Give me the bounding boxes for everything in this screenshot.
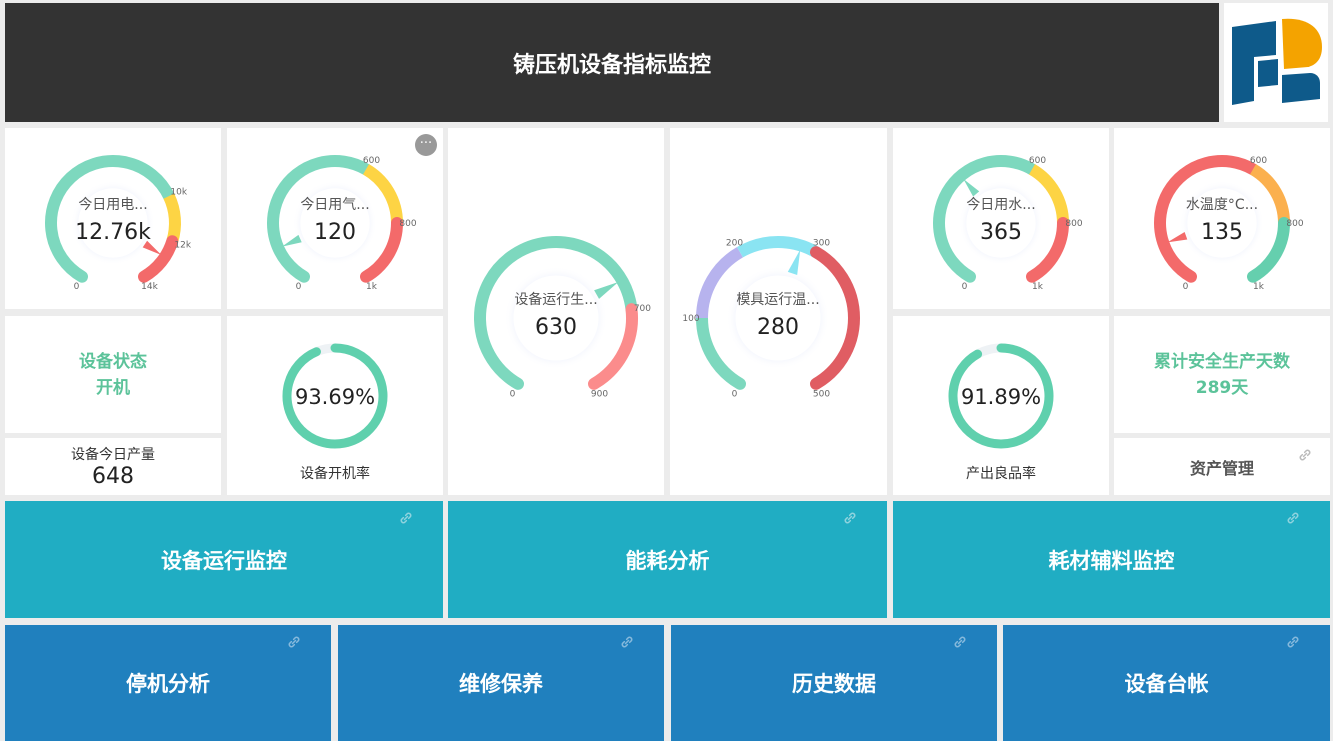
nav-maintenance-label: 维修保养 — [459, 672, 543, 696]
gauge-label: 水温度°C... — [1186, 197, 1258, 213]
status-label: 设备状态 — [79, 351, 147, 372]
gauge-band — [737, 236, 819, 258]
gauge-card-production: 0 700 900 设备运行生... 630 — [448, 128, 664, 495]
gauge-value: 630 — [535, 315, 577, 340]
gauge-card-water: 0 600 800 1k 今日用水... 365 — [893, 128, 1109, 309]
output-card: 设备今日产量 648 — [5, 438, 221, 495]
gauge-tick-label: 0 — [962, 282, 968, 292]
gauge-tick-label: 800 — [399, 219, 416, 229]
nav-energy-analysis-button[interactable]: 能耗分析 — [448, 501, 887, 618]
uptime-ring: 93.69% 设备开机率 — [282, 343, 388, 482]
gauge-value: 12.76k — [75, 220, 151, 245]
gauge-tick-label: 600 — [363, 156, 380, 166]
ring-value: 91.89% — [961, 385, 1041, 409]
gauge-label: 今日用水... — [966, 197, 1035, 213]
gauge-label: 模具运行温... — [736, 292, 819, 308]
yield-ring: 91.89% 产出良品率 — [948, 343, 1054, 482]
gauge-tick-label: 700 — [634, 304, 651, 314]
gauge-label: 今日用气... — [300, 197, 369, 213]
gauge-tick-label: 0 — [732, 389, 738, 399]
gauge-tick-label: 10k — [170, 187, 187, 197]
nav-history-data-button[interactable]: 历史数据 — [671, 625, 997, 741]
gauge-pointer — [594, 282, 619, 299]
gauge-tick-label: 800 — [1065, 219, 1082, 229]
more-icon[interactable]: ··· — [415, 134, 437, 156]
nav-downtime-analysis-label: 停机分析 — [126, 672, 210, 696]
gauge-tick-label: 0 — [296, 282, 302, 292]
gauge-label: 今日用电... — [78, 197, 147, 213]
gauge-card-electricity: 0 10k 12k 14k 今日用电... 12.76k — [5, 128, 221, 309]
link-icon — [1287, 512, 1299, 524]
link-icon — [621, 636, 633, 648]
gauge-value: 135 — [1201, 220, 1243, 245]
nav-consumables-monitor-button[interactable]: 耗材辅料监控 — [893, 501, 1330, 618]
nav-equipment-monitor-label: 设备运行监控 — [161, 548, 287, 573]
page-title-text: 铸压机设备指标监控 — [512, 52, 711, 78]
gauge-tick-label: 100 — [682, 314, 699, 324]
gauge-tick-label: 14k — [141, 282, 158, 292]
nav-equipment-monitor-button[interactable]: 设备运行监控 — [5, 501, 443, 618]
gauge-tick-label: 1k — [366, 282, 378, 292]
uptime-card: 93.69% 设备开机率 — [227, 316, 443, 495]
safety-value: 289天 — [1195, 377, 1249, 398]
water-temp-gauge: 0 600 800 1k 水温度°C... 135 — [1154, 155, 1304, 292]
gauge-tick-label: 300 — [813, 239, 830, 249]
link-icon — [954, 636, 966, 648]
gauge-value: 365 — [980, 220, 1022, 245]
nav-maintenance-button[interactable]: 维修保养 — [338, 625, 664, 741]
gauge-tick-label: 500 — [813, 389, 830, 399]
nav-history-data-label: 历史数据 — [792, 672, 876, 696]
link-icon — [288, 636, 300, 648]
nav-downtime-analysis-button[interactable]: 停机分析 — [5, 625, 331, 741]
production-gauge: 0 700 900 设备运行生... 630 — [474, 236, 651, 399]
output-value: 648 — [92, 464, 134, 489]
water-gauge: 0 600 800 1k 今日用水... 365 — [933, 155, 1083, 292]
status-value: 开机 — [96, 377, 130, 398]
gauge-pointer — [282, 234, 302, 247]
gauge-tick-label: 900 — [591, 389, 608, 399]
logo-icon — [1232, 18, 1322, 105]
gauge-card-gas: 0 600 800 1k 今日用气... 120 ··· — [227, 128, 443, 309]
link-icon — [1299, 449, 1311, 461]
mold-temp-gauge: 0 100 200 300 500 模具运行温... 280 — [682, 236, 860, 399]
gauge-value: 280 — [757, 315, 799, 340]
link-icon — [400, 512, 412, 524]
gauge-value: 120 — [314, 220, 356, 245]
ring-label: 产出良品率 — [966, 465, 1036, 482]
link-icon — [844, 512, 856, 524]
gauge-tick-label: 0 — [74, 282, 80, 292]
electricity-gauge: 0 10k 12k 14k 今日用电... 12.76k — [45, 155, 192, 292]
gauge-card-water-temp: 0 600 800 1k 水温度°C... 135 — [1114, 128, 1330, 309]
nav-consumables-monitor-label: 耗材辅料监控 — [1048, 548, 1175, 573]
nav-equipment-ledger-label: 设备台帐 — [1124, 672, 1209, 696]
yield-card: 91.89% 产出良品率 — [893, 316, 1109, 495]
ring-label: 设备开机率 — [300, 465, 370, 482]
asset-management-button[interactable]: 资产管理 — [1114, 438, 1330, 495]
gauge-tick-label: 0 — [1183, 282, 1189, 292]
gas-gauge: 0 600 800 1k 今日用气... 120 — [267, 155, 417, 292]
page-title: 铸压机设备指标监控 — [5, 3, 1219, 122]
company-logo — [1224, 3, 1328, 122]
status-card: 设备状态 开机 — [5, 316, 221, 433]
ring-value: 93.69% — [295, 385, 375, 409]
gauge-tick-label: 12k — [174, 241, 191, 251]
nav-equipment-ledger-button[interactable]: 设备台帐 — [1003, 625, 1330, 741]
gauge-tick-label: 0 — [510, 389, 516, 399]
gauge-card-mold-temp: 0 100 200 300 500 模具运行温... 280 — [670, 128, 887, 495]
gauge-tick-label: 800 — [1286, 219, 1303, 229]
safety-card: 累计安全生产天数 289天 — [1114, 316, 1330, 433]
nav-energy-analysis-label: 能耗分析 — [625, 548, 710, 573]
gauge-label: 设备运行生... — [514, 291, 597, 308]
output-label: 设备今日产量 — [71, 447, 155, 463]
gauge-tick-label: 600 — [1029, 156, 1046, 166]
gauge-band — [163, 193, 181, 244]
gauge-tick-label: 600 — [1250, 156, 1267, 166]
link-icon — [1287, 636, 1299, 648]
gauge-tick-label: 1k — [1032, 282, 1044, 292]
safety-label: 累计安全生产天数 — [1154, 351, 1290, 372]
gauge-tick-label: 200 — [726, 239, 743, 249]
gauge-tick-label: 1k — [1253, 282, 1265, 292]
asset-label: 资产管理 — [1189, 458, 1254, 478]
